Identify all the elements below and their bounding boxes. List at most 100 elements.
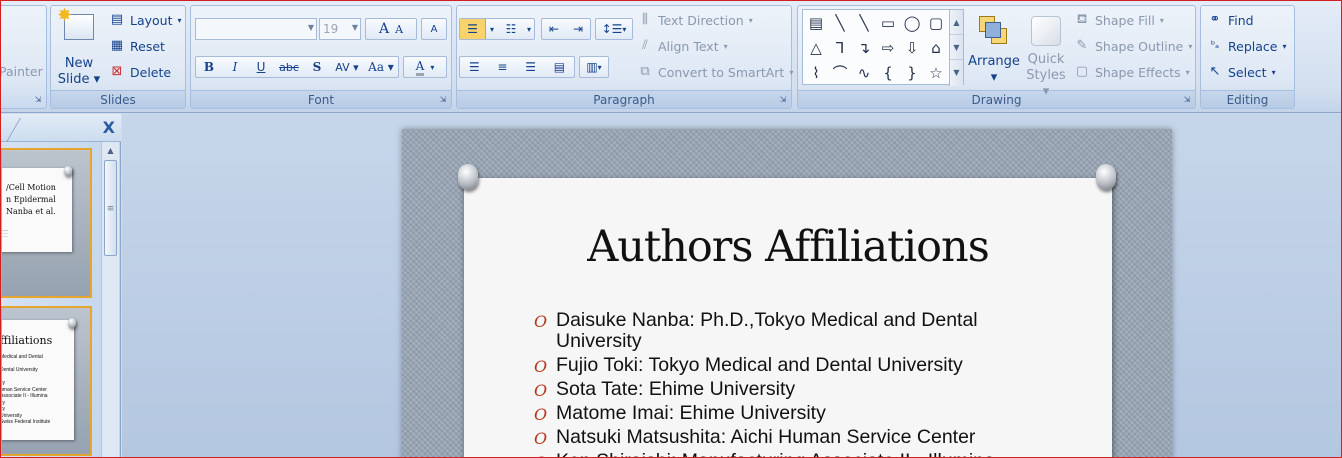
align-text-button[interactable]: ⫽ Align Text ▾ [637,38,728,54]
rounded-rectangle-shape-icon[interactable]: ▢ [925,12,947,34]
columns-icon: ▥ [586,60,598,74]
right-arrow-shape-icon[interactable]: ⇨ [877,37,899,59]
scroll-thumb[interactable]: ≡ [104,160,117,256]
curve-shape-icon[interactable]: ∿ [853,62,875,84]
increase-indent-icon[interactable]: ⇥ [566,22,590,36]
bullet-icon: O [534,405,548,424]
more-shapes-icon[interactable]: ▼ [950,60,963,85]
shape-outline-button[interactable]: ✎ Shape Outline ▾ [1074,38,1193,54]
new-slide-button[interactable]: ✸ New Slide ▾ [57,5,101,92]
slides-pane-header: X [0,114,121,142]
slides-group: ✸ New Slide ▾ ▤ Layout ▾ ▦ Reset ⊠ Delete Sli… [50,5,186,109]
delete-button[interactable]: ⊠ Delete [109,64,172,80]
clipboard-launcher-icon[interactable]: ⇲ [33,95,43,105]
new-slide-icon: ✸ [57,5,94,40]
binoculars-icon: ⚭ [1209,12,1221,27]
thumbnail-1-card: /Cell Motion n Epidermal Nanba et al. [2,168,72,252]
bullets-icon[interactable]: ☰ [460,19,486,39]
scroll-down-icon[interactable]: ▼ [950,35,963,60]
rectangle-shape-icon[interactable]: ▭ [877,12,899,34]
pentagon-shape-icon[interactable]: ⌂ [925,37,947,59]
shape-effects-button[interactable]: ▢ Shape Effects ▾ [1074,64,1190,80]
shadow-button[interactable]: S [304,60,330,74]
slide-body[interactable]: O Daisuke Nanba: Ph.D.,Tokyo Medical and … [534,310,1004,458]
font-group-label: Font [191,90,451,108]
align-left-icon[interactable]: ☰ [469,60,480,74]
replace-icon: ᵇₐ [1210,40,1220,51]
change-case-button[interactable]: Aa ▾ [364,60,398,74]
text-direction-button[interactable]: ⫼ Text Direction ▾ [637,12,753,28]
arc-shape-icon[interactable]: ⌒ [829,62,851,84]
paragraph-group: ☰ ▾ ☷ ▾ ⇤ ⇥ ↕☰ ▾ ⫼ Text Direction ▾ ⫽ Align … [456,5,793,109]
paragraph-launcher-icon[interactable]: ⇲ [778,95,788,105]
quick-styles-label: Quick Styles ▾ [1026,52,1066,99]
down-arrow-shape-icon[interactable]: ⇩ [901,37,923,59]
columns-button[interactable]: ▥ ▾ [579,56,609,78]
font-name-combo[interactable]: ▼ [195,18,317,40]
arrange-button[interactable]: Arrange ▾ [968,12,1020,92]
font-size-combo[interactable]: 19 ▼ [319,18,361,40]
select-button[interactable]: ↖ Select ▾ [1207,64,1276,80]
font-launcher-icon[interactable]: ⇲ [438,95,448,105]
numbering-icon[interactable]: ☷ [498,22,524,36]
slide-thumbnail-1[interactable]: /Cell Motion n Epidermal Nanba et al. [0,148,92,298]
shapes-scroll: ▲ ▼ ▼ [949,10,963,86]
list-item: OKen Shiraishi: Manufacturing Associate … [534,451,1004,458]
outline-tab[interactable] [0,118,21,142]
star-shape-icon[interactable]: ☆ [925,62,947,84]
oval-shape-icon[interactable]: ◯ [901,12,923,34]
decrease-indent-icon[interactable]: ⇤ [542,22,566,36]
thumbnail-2-title: ffiliations [0,334,53,347]
format-painter-button[interactable]: Painter [0,64,43,79]
right-brace-shape-icon[interactable]: } [901,62,923,84]
list-item: O Natsuki Matsushita: Aichi Human Service… [534,426,976,449]
justify-icon[interactable]: ▤ [554,60,565,74]
convert-smartart-button[interactable]: ⧉ Convert to SmartArt ▾ [637,64,793,80]
indent-buttons: ⇤ ⇥ [541,18,591,40]
cursor-icon: ↖ [1209,64,1221,79]
freeform-shape-icon[interactable]: ⌇ [805,62,827,84]
elbow-connector-shape-icon[interactable]: ⅂ [829,37,851,59]
arrow-line-shape-icon[interactable]: ╲ [853,12,875,34]
underline-button[interactable]: U [248,60,274,74]
line-spacing-icon: ↕☰ [601,22,623,36]
strikethrough-button[interactable]: abc [274,61,304,74]
thumbnail-1-subtext [2,230,8,231]
clear-formatting-button[interactable]: A [421,18,447,40]
bold-button[interactable]: B [196,60,222,74]
slide-title[interactable]: Authors Affiliations [464,222,1112,272]
shrink-font-button[interactable]: A [395,23,403,36]
char-spacing-button[interactable]: AV ▾ [330,61,364,74]
text-box-shape-icon[interactable]: ▤ [805,12,827,34]
line-shape-icon[interactable]: ╲ [829,12,851,34]
triangle-shape-icon[interactable]: △ [805,37,827,59]
scroll-up-icon[interactable]: ▲ [950,10,963,35]
delete-icon: ⊠ [111,64,123,79]
chevron-down-icon[interactable]: ▾ [486,25,498,34]
chevron-down-icon[interactable]: ▾ [524,25,534,34]
slide-thumbnail-2[interactable]: ffiliations Medical and Dental Dental Un… [0,306,92,456]
italic-button[interactable]: I [222,60,248,74]
shape-fill-button[interactable]: ⛾ Shape Fill ▾ [1074,12,1164,28]
elbow-arrow-shape-icon[interactable]: ↴ [853,37,875,59]
align-center-icon[interactable]: ≡ [497,60,507,74]
thumbnail-2-card: ffiliations Medical and Dental Dental Un… [0,320,74,440]
find-button[interactable]: ⚭ Find [1207,12,1254,28]
scroll-up-icon[interactable]: ▲ [102,142,119,160]
grow-font-button[interactable]: A [379,21,389,37]
close-icon[interactable]: X [103,118,115,137]
layout-button[interactable]: ▤ Layout ▾ [109,12,182,28]
line-spacing-button[interactable]: ↕☰ ▾ [595,18,633,40]
quick-styles-button[interactable]: Quick Styles ▾ [1022,12,1070,99]
font-color-button[interactable]: A ▾ [403,56,447,78]
shape-effects-icon: ▢ [1075,64,1089,79]
reset-button[interactable]: ▦ Reset [109,38,165,54]
replace-button[interactable]: ᵇₐ Replace ▾ [1207,38,1287,54]
chevron-down-icon: ▼ [351,23,358,32]
drawing-launcher-icon[interactable]: ⇲ [1182,95,1192,105]
pushpin-icon [458,164,478,190]
left-brace-shape-icon[interactable]: { [877,62,899,84]
slides-pane-scrollbar[interactable]: ▲ ≡ [101,142,119,458]
thumbnail-1-text: /Cell Motion n Epidermal Nanba et al. [6,183,56,216]
align-right-icon[interactable]: ☰ [525,60,536,74]
